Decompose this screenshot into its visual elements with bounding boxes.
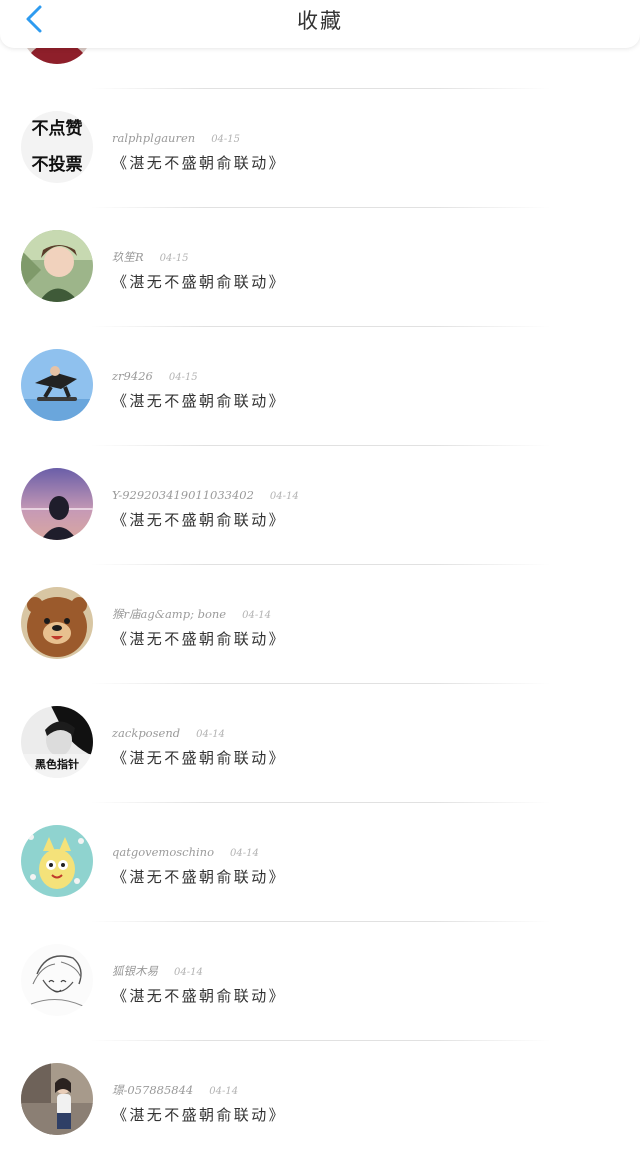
avatar[interactable] <box>21 468 93 540</box>
date: 04-14 <box>196 729 225 740</box>
date: 04-14 <box>242 610 271 621</box>
date: 04-15 <box>168 372 198 383</box>
item-content[interactable]: 《湛无不盛朝俞联动》 <box>112 985 286 1006</box>
nav-header: 收藏 <box>0 0 640 48</box>
list-item[interactable]: 不点赞 不投票 ralphplgauren 04-15 《湛无不盛朝俞联动》 <box>0 89 640 208</box>
date: 04-15 <box>211 134 241 145</box>
list-item[interactable]: 狐银木易 04-14 《湛无不盛朝俞联动》 <box>0 922 640 1041</box>
list-item[interactable]: qatgovemoschino 04-14 《湛无不盛朝俞联动》 <box>0 803 640 922</box>
username[interactable]: 狐银木易 <box>112 964 158 978</box>
list-item[interactable]: Y-929203419011033402 04-14 《湛无不盛朝俞联动》 <box>0 446 640 565</box>
username[interactable]: 玖笙R <box>112 250 144 264</box>
date: 04-15 <box>159 253 189 264</box>
date: 04-14 <box>174 967 203 978</box>
avatar[interactable] <box>21 1063 93 1135</box>
item-meta: qatgovemoschino 04-14 <box>112 841 259 859</box>
list-item[interactable]: 黑色指针 zackposend 04-14 《湛无不盛朝俞联动》 <box>0 684 640 803</box>
username[interactable]: zackposend <box>112 726 180 740</box>
item-content[interactable]: 《湛无不盛朝俞联动》 <box>112 152 286 173</box>
item-meta: 璟-057885844 04-14 <box>112 1079 239 1097</box>
avatar[interactable] <box>21 349 93 421</box>
username[interactable]: Y-929203419011033402 <box>112 488 254 502</box>
avatar[interactable]: 黑色指针 <box>21 706 93 778</box>
list-item[interactable]: zr9426 04-15 《湛无不盛朝俞联动》 <box>0 327 640 446</box>
date: 04-14 <box>269 491 299 502</box>
item-content[interactable]: 《湛无不盛朝俞联动》 <box>112 866 286 887</box>
page-title: 收藏 <box>297 9 343 33</box>
item-meta: 猴r庙ag&amp; bone 04-14 <box>112 603 271 621</box>
list-item[interactable]: 璟-057885844 04-14 《湛无不盛朝俞联动》 <box>0 1041 640 1160</box>
item-content[interactable]: 《湛无不盛朝俞联动》 <box>112 628 286 649</box>
avatar-caption: 黑色指针 <box>35 758 79 771</box>
username[interactable]: ralphplgauren <box>112 131 195 145</box>
item-meta: 玖笙R 04-15 <box>112 246 189 264</box>
item-content[interactable]: 《湛无不盛朝俞联动》 <box>112 271 286 292</box>
username[interactable]: 璟-057885844 <box>112 1083 193 1097</box>
avatar[interactable] <box>21 944 93 1016</box>
username[interactable]: zr9426 <box>112 369 153 383</box>
list-item[interactable]: 玖笙R 04-15 《湛无不盛朝俞联动》 <box>0 208 640 327</box>
item-meta: Y-929203419011033402 04-14 <box>112 484 299 502</box>
avatar[interactable] <box>21 587 93 659</box>
date: 04-14 <box>209 1086 239 1097</box>
item-meta: zr9426 04-15 <box>112 365 198 383</box>
avatar[interactable] <box>21 230 93 302</box>
avatar-text-line: 不点赞 <box>31 119 83 139</box>
item-meta: ralphplgauren 04-15 <box>112 127 241 145</box>
avatar-text-line: 不投票 <box>31 155 83 175</box>
item-meta: 狐银木易 04-14 <box>112 960 203 978</box>
username[interactable]: 猴r庙ag&amp; bone <box>112 607 226 621</box>
date: 04-14 <box>230 848 259 859</box>
avatar[interactable]: 不点赞 不投票 <box>21 111 93 183</box>
username[interactable]: qatgovemoschino <box>112 845 214 859</box>
item-content[interactable]: 《湛无不盛朝俞联动》 <box>112 1104 286 1125</box>
item-content[interactable]: 《湛无不盛朝俞联动》 <box>112 747 286 768</box>
avatar[interactable] <box>21 825 93 897</box>
item-content[interactable]: 《湛无不盛朝俞联动》 <box>112 509 286 530</box>
item-content[interactable]: 《湛无不盛朝俞联动》 <box>112 390 286 411</box>
list-item[interactable]: 猴r庙ag&amp; bone 04-14 《湛无不盛朝俞联动》 <box>0 565 640 684</box>
item-meta: zackposend 04-14 <box>112 722 225 740</box>
